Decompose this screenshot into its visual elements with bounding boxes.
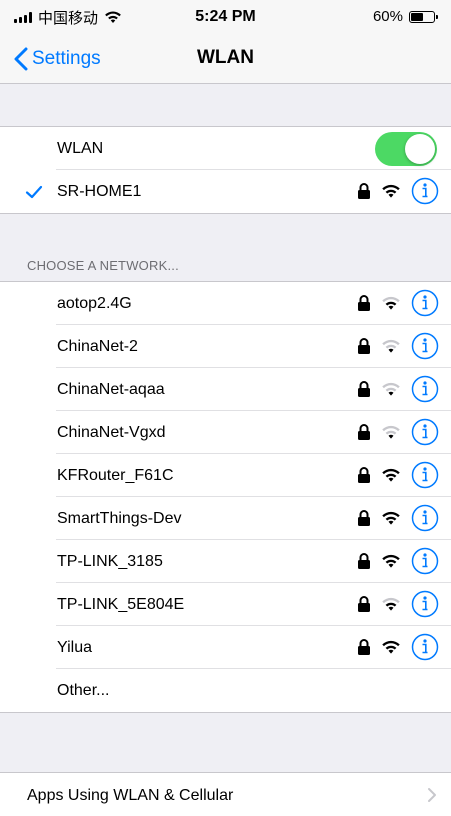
network-name: Yilua	[57, 638, 92, 656]
lock-icon	[358, 295, 370, 311]
network-row[interactable]: ChinaNet-Vgxd	[0, 411, 451, 454]
choose-network-header: CHOOSE A NETWORK...	[27, 258, 179, 273]
network-row[interactable]: KFRouter_F61C	[0, 454, 451, 497]
toggle-knob	[405, 134, 435, 164]
apps-using-wlan-row[interactable]: Apps Using WLAN & Cellular	[0, 772, 451, 816]
network-list: aotop2.4G ChinaNet-2 ChinaNet-aqaa ChinaNet…	[0, 282, 451, 669]
info-icon[interactable]	[411, 633, 439, 661]
network-icons	[357, 288, 439, 318]
network-icons	[357, 589, 439, 619]
wifi-signal-icon	[382, 511, 400, 525]
checkmark-icon	[25, 185, 43, 199]
network-row[interactable]: aotop2.4G	[0, 282, 451, 325]
apps-using-wlan-label: Apps Using WLAN & Cellular	[27, 787, 234, 804]
wlan-toggle-switch[interactable]	[375, 132, 437, 166]
chevron-right-icon	[428, 788, 436, 802]
network-icons	[357, 503, 439, 533]
network-icons	[357, 417, 439, 447]
wlan-group: WLAN SR-HOME1	[0, 126, 451, 214]
wifi-signal-icon	[382, 339, 400, 353]
battery-icon	[409, 10, 438, 23]
wifi-signal-icon	[382, 296, 400, 310]
lock-icon	[358, 381, 370, 397]
network-row[interactable]: ChinaNet-2	[0, 325, 451, 368]
network-name: aotop2.4G	[57, 294, 132, 312]
info-icon[interactable]	[411, 177, 439, 205]
network-name: SmartThings-Dev	[57, 509, 182, 527]
status-right: 60%	[372, 8, 438, 25]
info-icon[interactable]	[411, 590, 439, 618]
network-icons	[357, 460, 439, 490]
network-name: TP-LINK_3185	[57, 552, 163, 570]
network-name: KFRouter_F61C	[57, 466, 174, 484]
network-row[interactable]: TP-LINK_3185	[0, 540, 451, 583]
info-icon[interactable]	[411, 332, 439, 360]
network-row[interactable]: SmartThings-Dev	[0, 497, 451, 540]
wifi-signal-icon	[382, 554, 400, 568]
network-name: ChinaNet-Vgxd	[57, 423, 166, 441]
wifi-signal-icon	[382, 382, 400, 396]
info-icon[interactable]	[411, 547, 439, 575]
wifi-signal-icon	[382, 184, 400, 198]
other-network-row[interactable]: Other...	[0, 669, 451, 712]
wlan-toggle-row: WLAN	[0, 127, 451, 170]
lock-icon	[358, 553, 370, 569]
lock-icon	[358, 510, 370, 526]
network-row[interactable]: Yilua	[0, 626, 451, 669]
network-name: ChinaNet-aqaa	[57, 380, 165, 398]
lock-icon	[358, 467, 370, 483]
status-bar: 中国移动 5:24 PM 60%	[0, 0, 451, 34]
network-name: TP-LINK_5E804E	[57, 595, 185, 613]
lock-icon	[358, 639, 370, 655]
battery-percentage: 60%	[372, 8, 403, 25]
network-row[interactable]: ChinaNet-aqaa	[0, 368, 451, 411]
wifi-signal-icon	[382, 640, 400, 654]
network-row[interactable]: TP-LINK_5E804E	[0, 583, 451, 626]
network-icons	[357, 546, 439, 576]
wlan-label: WLAN	[57, 139, 104, 157]
lock-icon	[358, 596, 370, 612]
network-icons	[357, 176, 439, 206]
wifi-signal-icon	[382, 425, 400, 439]
connected-network-row[interactable]: SR-HOME1	[0, 170, 451, 213]
network-icons	[357, 331, 439, 361]
info-icon[interactable]	[411, 375, 439, 403]
info-icon[interactable]	[411, 289, 439, 317]
info-icon[interactable]	[411, 418, 439, 446]
lock-icon	[358, 338, 370, 354]
network-name: ChinaNet-2	[57, 337, 138, 355]
wifi-signal-icon	[382, 468, 400, 482]
network-icons	[357, 632, 439, 662]
connected-network-name: SR-HOME1	[57, 182, 142, 200]
battery-fill	[411, 12, 424, 21]
other-network-label: Other...	[57, 681, 110, 699]
info-icon[interactable]	[411, 461, 439, 489]
wifi-signal-icon	[382, 597, 400, 611]
page-title: WLAN	[197, 47, 254, 68]
networks-group: aotop2.4G ChinaNet-2 ChinaNet-aqaa ChinaNet…	[0, 281, 451, 713]
lock-icon	[358, 424, 370, 440]
lock-icon	[358, 183, 370, 199]
info-icon[interactable]	[411, 504, 439, 532]
network-icons	[357, 374, 439, 404]
navigation-bar: Settings WLAN	[0, 34, 451, 84]
